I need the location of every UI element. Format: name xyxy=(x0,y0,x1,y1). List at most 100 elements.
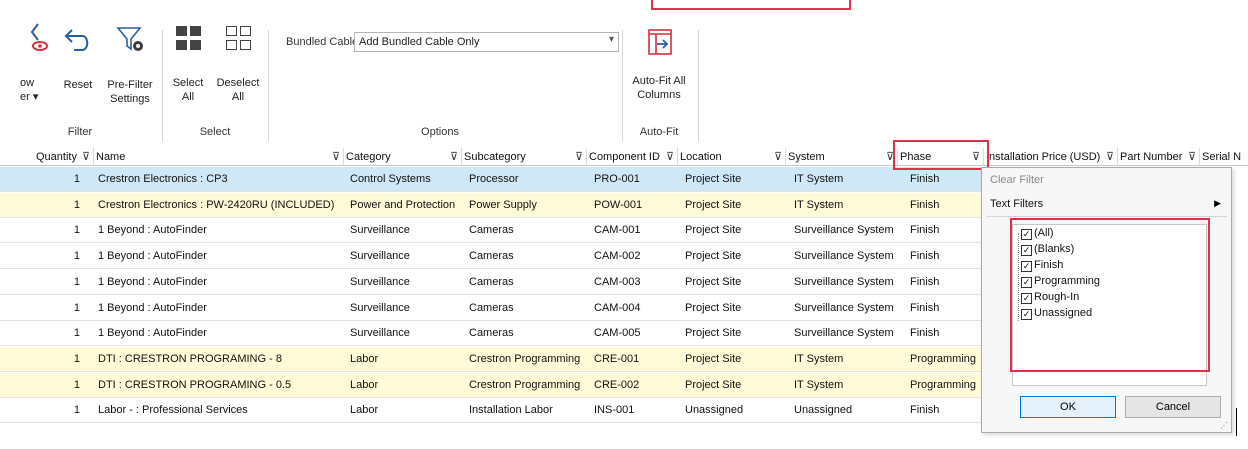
cell-name[interactable]: Crestron Electronics : CP3 xyxy=(98,167,342,192)
show-filter-button[interactable] xyxy=(24,22,54,56)
filter-funnel-icon[interactable]: ⊽ xyxy=(450,148,458,166)
column-header-category[interactable]: Category ⊽ xyxy=(344,148,462,166)
cell-phase[interactable]: Finish xyxy=(910,398,982,423)
cell-location[interactable]: Project Site xyxy=(685,218,785,243)
cell-name[interactable]: 1 Beyond : AutoFinder xyxy=(98,270,342,295)
deselect-all-button[interactable]: Deselect All xyxy=(214,22,262,104)
cell-location[interactable]: Project Site xyxy=(685,244,785,269)
cancel-button[interactable]: Cancel xyxy=(1125,396,1221,418)
cell-system[interactable]: IT System xyxy=(794,373,898,398)
autofit-all-columns-button[interactable]: Auto-Fit All Columns xyxy=(624,22,694,102)
cell-quantity[interactable]: 1 xyxy=(34,373,84,398)
cell-phase[interactable]: Finish xyxy=(910,296,982,321)
cell-quantity[interactable]: 1 xyxy=(34,296,84,321)
cell-component-id[interactable]: INS-001 xyxy=(594,398,678,423)
table-row[interactable]: 1 Crestron Electronics : CP3 Control Syste… xyxy=(0,167,982,192)
cell-category[interactable]: Power and Protection xyxy=(350,193,462,218)
cell-system[interactable]: Surveillance System xyxy=(794,244,898,269)
cell-component-id[interactable]: CAM-002 xyxy=(594,244,678,269)
cell-system[interactable]: IT System xyxy=(794,347,898,372)
filter-funnel-icon[interactable]: ⊽ xyxy=(1106,148,1114,166)
cell-category[interactable]: Labor xyxy=(350,347,462,372)
bundled-cable-select[interactable]: Add Bundled Cable Only ▾ xyxy=(354,32,619,52)
column-header-component-id[interactable]: Component ID ⊽ xyxy=(587,148,678,166)
cell-subcategory[interactable]: Cameras xyxy=(469,321,587,346)
cell-subcategory[interactable]: Processor xyxy=(469,167,587,192)
column-header-name[interactable]: Name ⊽ xyxy=(94,148,344,166)
cell-component-id[interactable]: CRE-001 xyxy=(594,347,678,372)
cell-category[interactable]: Surveillance xyxy=(350,296,462,321)
cell-system[interactable]: Surveillance System xyxy=(794,218,898,243)
column-header-quantity[interactable]: Quantity ⊽ xyxy=(34,148,94,166)
cell-component-id[interactable]: CAM-003 xyxy=(594,270,678,295)
filter-funnel-icon[interactable]: ⊽ xyxy=(1188,148,1196,166)
cell-phase[interactable]: Finish xyxy=(910,244,982,269)
table-row[interactable]: 1 1 Beyond : AutoFinder Surveillance Camera… xyxy=(0,321,982,347)
cell-category[interactable]: Surveillance xyxy=(350,321,462,346)
cell-category[interactable]: Surveillance xyxy=(350,270,462,295)
cell-component-id[interactable]: CAM-004 xyxy=(594,296,678,321)
ok-button[interactable]: OK xyxy=(1020,396,1116,418)
reset-button[interactable]: Reset xyxy=(58,22,98,92)
cell-subcategory[interactable]: Cameras xyxy=(469,218,587,243)
table-row[interactable]: 1 1 Beyond : AutoFinder Surveillance Camera… xyxy=(0,244,982,270)
cell-location[interactable]: Project Site xyxy=(685,296,785,321)
column-header-installation-price[interactable]: Installation Price (USD) ⊽ xyxy=(984,148,1118,166)
filter-funnel-icon[interactable]: ⊽ xyxy=(82,148,90,166)
cell-subcategory[interactable]: Cameras xyxy=(469,296,587,321)
cell-system[interactable]: Surveillance System xyxy=(794,296,898,321)
cell-subcategory[interactable]: Power Supply xyxy=(469,193,587,218)
cell-component-id[interactable]: CAM-005 xyxy=(594,321,678,346)
cell-name[interactable]: 1 Beyond : AutoFinder xyxy=(98,218,342,243)
clear-filter-item[interactable]: Clear Filter xyxy=(990,174,1044,186)
cell-category[interactable]: Surveillance xyxy=(350,218,462,243)
cell-location[interactable]: Project Site xyxy=(685,167,785,192)
cell-phase[interactable]: Finish xyxy=(910,193,982,218)
cell-category[interactable]: Control Systems xyxy=(350,167,462,192)
cell-system[interactable]: Unassigned xyxy=(794,398,898,423)
cell-name[interactable]: 1 Beyond : AutoFinder xyxy=(98,244,342,269)
cell-name[interactable]: 1 Beyond : AutoFinder xyxy=(98,296,342,321)
cell-subcategory[interactable]: Installation Labor xyxy=(469,398,587,423)
cell-subcategory[interactable]: Crestron Programming xyxy=(469,347,587,372)
cell-quantity[interactable]: 1 xyxy=(34,167,84,192)
table-row[interactable]: 1 DTI : CRESTRON PROGRAMING - 0.5 Labor Cre… xyxy=(0,372,982,398)
cell-name[interactable]: DTI : CRESTRON PROGRAMING - 0.5 xyxy=(98,373,342,398)
cell-location[interactable]: Project Site xyxy=(685,270,785,295)
cell-location[interactable]: Project Site xyxy=(685,321,785,346)
cell-phase[interactable]: Programming xyxy=(910,347,982,372)
resize-grip-icon[interactable]: ⋰ xyxy=(1220,421,1228,430)
cell-quantity[interactable]: 1 xyxy=(34,218,84,243)
table-row[interactable]: 1 1 Beyond : AutoFinder Surveillance Camera… xyxy=(0,296,982,321)
cell-location[interactable]: Project Site xyxy=(685,193,785,218)
filter-funnel-icon[interactable]: ⊽ xyxy=(666,148,674,166)
cell-subcategory[interactable]: Crestron Programming xyxy=(469,373,587,398)
table-row[interactable]: 1 Labor - : Professional Services Labor Ins… xyxy=(0,398,982,424)
cell-location[interactable]: Unassigned xyxy=(685,398,785,423)
cell-name[interactable]: 1 Beyond : AutoFinder xyxy=(98,321,342,346)
cell-phase[interactable]: Finish xyxy=(910,321,982,346)
cell-location[interactable]: Project Site xyxy=(685,373,785,398)
text-filters-item[interactable]: Text Filters xyxy=(990,198,1043,210)
cell-category[interactable]: Surveillance xyxy=(350,244,462,269)
column-header-part-number[interactable]: Part Number ⊽ xyxy=(1118,148,1200,166)
column-header-location[interactable]: Location ⊽ xyxy=(678,148,786,166)
table-row[interactable]: 1 1 Beyond : AutoFinder Surveillance Camera… xyxy=(0,270,982,295)
table-row[interactable]: 1 1 Beyond : AutoFinder Surveillance Camera… xyxy=(0,218,982,244)
column-header-subcategory[interactable]: Subcategory ⊽ xyxy=(462,148,587,166)
cell-system[interactable]: IT System xyxy=(794,167,898,192)
cell-phase[interactable]: Programming xyxy=(910,373,982,398)
column-header-serial-number[interactable]: Serial N xyxy=(1200,148,1248,166)
cell-system[interactable]: IT System xyxy=(794,193,898,218)
cell-component-id[interactable]: CRE-002 xyxy=(594,373,678,398)
cell-name[interactable]: Crestron Electronics : PW-2420RU (INCLUD… xyxy=(98,193,342,218)
cell-component-id[interactable]: CAM-001 xyxy=(594,218,678,243)
cell-component-id[interactable]: POW-001 xyxy=(594,193,678,218)
cell-subcategory[interactable]: Cameras xyxy=(469,270,587,295)
table-row[interactable]: 1 Crestron Electronics : PW-2420RU (INCLU… xyxy=(0,192,982,218)
cell-subcategory[interactable]: Cameras xyxy=(469,244,587,269)
cell-phase[interactable]: Finish xyxy=(910,270,982,295)
cell-phase[interactable]: Finish xyxy=(910,167,982,192)
filter-funnel-icon[interactable]: ⊽ xyxy=(774,148,782,166)
filter-funnel-icon[interactable]: ⊽ xyxy=(332,148,340,166)
